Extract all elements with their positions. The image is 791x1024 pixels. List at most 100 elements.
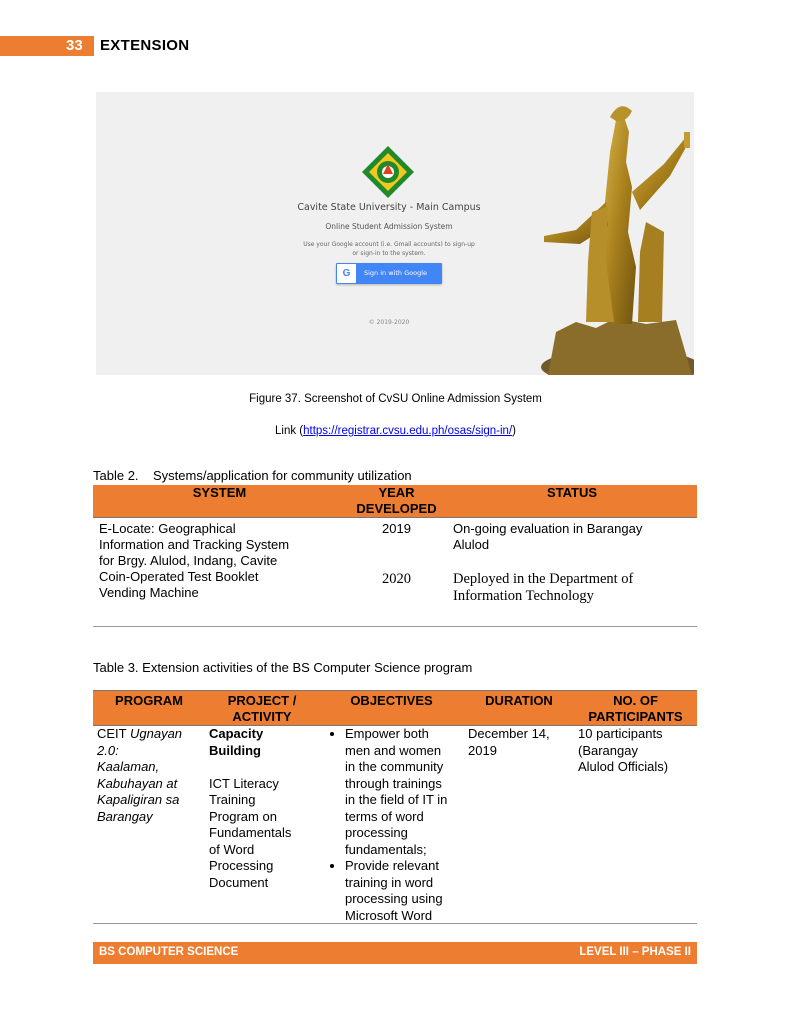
- project-line: Program on: [209, 808, 277, 824]
- project-cell: Capacity Building ICT Literacy Training …: [205, 726, 319, 925]
- objective-line: Empower both: [345, 726, 429, 741]
- program-line-text: 2.0:: [97, 742, 119, 758]
- participants-line: (Barangay: [578, 742, 638, 758]
- system-line: Coin-Operated Test Booklet: [99, 569, 259, 584]
- duration-line: December 14,: [468, 726, 550, 741]
- system-cell: E-Locate: Geographical Information and T…: [93, 518, 346, 570]
- objectives-list: Empower both men and women in the commun…: [323, 726, 460, 924]
- status-line: On-going evaluation in Barangay: [453, 521, 643, 536]
- table-row: E-Locate: Geographical Information and T…: [93, 518, 697, 570]
- objective-line: men and women: [345, 742, 442, 758]
- program-line-text: Kapaligiran sa: [97, 792, 180, 807]
- table-row: Coin-Operated Test Booklet Vending Machi…: [93, 569, 697, 605]
- project-line: ICT Literacy: [209, 775, 279, 791]
- system-line: Vending Machine: [99, 585, 199, 600]
- col-header-status: STATUS: [447, 485, 697, 518]
- objective-line: Provide relevant: [345, 858, 439, 873]
- year-cell: 2019: [382, 521, 411, 536]
- program-line: Kabuhayan at: [97, 776, 201, 793]
- section-title: EXTENSION: [100, 37, 190, 54]
- table-header-row: PROGRAM PROJECT / ACTIVITY OBJECTIVES DU…: [93, 690, 697, 726]
- status-line: Alulod: [453, 537, 490, 552]
- google-g-icon: G: [337, 264, 356, 283]
- program-line: Barangay: [97, 809, 201, 826]
- project-header-line-2: ACTIVITY: [232, 709, 292, 724]
- google-sign-in-button[interactable]: G Sign in with Google: [336, 263, 442, 284]
- link-suffix: ): [512, 425, 516, 437]
- statue-image: [541, 106, 694, 375]
- table3-bottom-rule: [93, 923, 697, 924]
- project-type-line: Building: [209, 742, 261, 758]
- link-prefix: Link (: [275, 425, 304, 437]
- footer-program: BS COMPUTER SCIENCE: [99, 946, 239, 958]
- footer-level: LEVEL III – PHASE II: [579, 946, 691, 958]
- objectives-cell: Empower both men and women in the commun…: [319, 726, 464, 925]
- objective-line: in the field of IT in: [345, 792, 448, 807]
- col-header-project: PROJECT / ACTIVITY: [205, 690, 319, 726]
- table2-title: Systems/application for community utiliz…: [153, 468, 412, 483]
- system-line: Information and Tracking System: [99, 537, 290, 552]
- systems-table: SYSTEM YEAR DEVELOPED STATUS E-Locate: G…: [93, 485, 697, 605]
- col-header-year: YEAR DEVELOPED: [346, 485, 447, 518]
- project-line: of Word: [209, 841, 255, 857]
- duration-cell: December 14, 2019: [464, 726, 574, 925]
- cvsu-seal-icon: [362, 146, 414, 198]
- duration-line: 2019: [468, 742, 497, 758]
- extension-activities-table: PROGRAM PROJECT / ACTIVITY OBJECTIVES DU…: [93, 690, 697, 924]
- col-header-system: SYSTEM: [93, 485, 346, 518]
- table2-caption: Table 2. Systems/application for communi…: [93, 468, 412, 483]
- table3-caption: Table 3. Extension activities of the BS …: [93, 660, 473, 675]
- project-line: Document: [209, 874, 269, 890]
- objective-line: training in word: [345, 874, 434, 890]
- program-line-text: Kaalaman,: [97, 759, 160, 774]
- admission-system-screenshot: Cavite State University - Main Campus On…: [96, 92, 694, 375]
- objective-item: Empower both men and women in the commun…: [345, 726, 460, 858]
- objective-line: processing using: [345, 891, 443, 906]
- status-line: Deployed in the Department of: [453, 571, 634, 587]
- objective-line: processing: [345, 825, 408, 840]
- figure-link-line: Link (https://registrar.cvsu.edu.ph/osas…: [0, 425, 791, 437]
- objective-line: Microsoft Word: [345, 907, 433, 923]
- year-cell: 2020: [382, 571, 411, 587]
- participants-header-line-1: NO. OF: [613, 693, 658, 708]
- system-cell: Coin-Operated Test Booklet Vending Machi…: [93, 569, 346, 605]
- objective-line: through trainings: [345, 775, 442, 791]
- program-name-plain: CEIT: [97, 726, 130, 741]
- program-line: 2.0:: [97, 743, 201, 760]
- col-header-participants: NO. OF PARTICIPANTS: [574, 690, 697, 726]
- col-header-program: PROGRAM: [93, 690, 205, 726]
- year-header-line-1: YEAR: [378, 485, 415, 500]
- program-line-text: Barangay: [97, 808, 153, 824]
- objective-line: terms of word: [345, 808, 424, 824]
- year-header-line-2: DEVELOPED: [356, 501, 437, 516]
- participants-header-line-2: PARTICIPANTS: [588, 709, 683, 724]
- status-cell: On-going evaluation in Barangay Alulod: [447, 518, 697, 570]
- program-name-italic: Ugnayan: [130, 726, 183, 741]
- col-header-objectives: OBJECTIVES: [319, 690, 464, 726]
- project-line: Training: [209, 792, 256, 807]
- participants-cell: 10 participants (Barangay Alulod Officia…: [574, 726, 697, 925]
- program-line: CEIT Ugnayan: [97, 726, 201, 743]
- admission-system-link[interactable]: https://registrar.cvsu.edu.ph/osas/sign-…: [303, 425, 512, 437]
- program-cell: CEIT Ugnayan 2.0: Kaalaman, Kabuhayan at…: [93, 726, 205, 925]
- objective-line: in the community: [345, 759, 444, 774]
- participants-line: Alulod Officials): [578, 759, 669, 774]
- objective-item: Provide relevant training in word proces…: [345, 858, 460, 924]
- program-line-text: Kabuhayan at: [97, 775, 178, 791]
- status-cell: Deployed in the Department of Informatio…: [447, 569, 697, 605]
- page-footer: BS COMPUTER SCIENCE LEVEL III – PHASE II: [93, 942, 697, 964]
- project-type-line: Capacity: [209, 726, 264, 741]
- objective-line: fundamentals;: [345, 841, 427, 857]
- program-line: Kaalaman,: [97, 759, 201, 776]
- system-line: E-Locate: Geographical: [99, 521, 236, 536]
- project-header-line-1: PROJECT /: [227, 693, 297, 708]
- google-sign-in-label: Sign in with Google: [364, 269, 428, 277]
- project-line: Processing: [209, 858, 274, 873]
- page-number: 33: [66, 37, 83, 54]
- table2-bottom-rule: [93, 626, 697, 627]
- figure-caption: Figure 37. Screenshot of CvSU Online Adm…: [249, 393, 542, 405]
- table-header-row: SYSTEM YEAR DEVELOPED STATUS: [93, 485, 697, 518]
- table-row: CEIT Ugnayan 2.0: Kaalaman, Kabuhayan at…: [93, 726, 697, 925]
- project-line: Fundamentals: [209, 825, 292, 840]
- table2-label: Table 2.: [93, 468, 139, 483]
